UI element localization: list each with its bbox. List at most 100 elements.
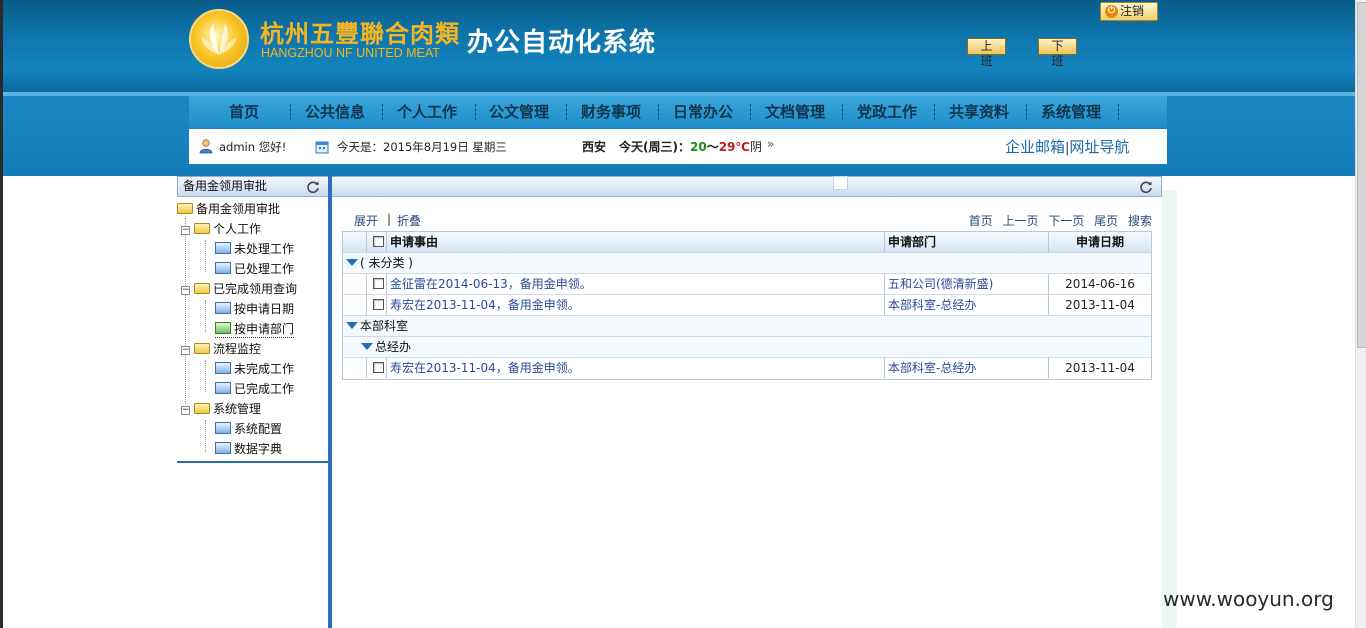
group-label: ( 未分类 ) bbox=[346, 253, 413, 273]
main-panel: 展开 | 折叠 首页 上一页 下一页 尾页 搜索 申请事由 申请部门 申请日期 … bbox=[332, 176, 1162, 628]
group-row-general-office[interactable]: 总经办 bbox=[343, 337, 1151, 358]
tree-node-system-mgmt[interactable]: − 系统管理 bbox=[181, 400, 261, 418]
row-checkbox-cell bbox=[367, 274, 387, 294]
table-row[interactable]: 金征雷在2014-06-13，备用金申领。 五和公司(德清新盛) 2014-06… bbox=[343, 274, 1151, 295]
url-nav-link[interactable]: 网址导航 bbox=[1069, 138, 1129, 156]
expand-triangle-icon[interactable] bbox=[346, 259, 358, 266]
nav-item-daily-office[interactable]: 日常办公 bbox=[673, 96, 733, 128]
tree-node-process-monitor[interactable]: − 流程监控 bbox=[181, 340, 261, 358]
group-label: 总经办 bbox=[361, 337, 411, 357]
tree-line bbox=[205, 360, 206, 392]
col-header-date[interactable]: 申请日期 bbox=[1049, 232, 1151, 252]
group-row-uncategorized[interactable]: ( 未分类 ) bbox=[343, 253, 1151, 274]
refresh-icon[interactable] bbox=[306, 180, 320, 194]
tree-node-personal-work[interactable]: − 个人工作 bbox=[181, 220, 261, 238]
tree-line bbox=[205, 420, 206, 452]
weather-more-link[interactable]: » bbox=[767, 137, 774, 151]
expand-triangle-icon[interactable] bbox=[346, 322, 358, 329]
tree-node-by-dept[interactable]: 按申请部门 bbox=[215, 320, 295, 338]
collapse-icon[interactable]: − bbox=[181, 346, 190, 355]
on-duty-button[interactable]: 上 班 bbox=[967, 38, 1006, 68]
off-duty-button[interactable]: 下 班 bbox=[1038, 38, 1077, 68]
folder-open-icon bbox=[194, 283, 210, 294]
nav-separator bbox=[1026, 104, 1027, 120]
weather-city: 西安 bbox=[582, 140, 607, 154]
main-panel-corner bbox=[833, 176, 848, 190]
search-link[interactable]: 搜索 bbox=[1128, 214, 1152, 228]
nav-separator bbox=[566, 104, 567, 120]
pager-first[interactable]: 首页 bbox=[969, 214, 993, 228]
tree-node-label: 备用金领用审批 bbox=[196, 202, 281, 216]
collapse-icon[interactable]: − bbox=[181, 226, 190, 235]
row-reason[interactable]: 金征雷在2014-06-13，备用金申领。 bbox=[387, 274, 885, 294]
user-greeting: admin 您好! bbox=[219, 140, 287, 154]
toolbar-separator: | bbox=[387, 212, 392, 226]
row-checkbox[interactable] bbox=[373, 299, 384, 310]
refresh-icon[interactable] bbox=[1139, 180, 1153, 194]
tree-node-unprocessed[interactable]: 未处理工作 bbox=[215, 240, 294, 258]
tree-node-completed-query[interactable]: − 已完成领用查询 bbox=[181, 280, 297, 298]
vertical-scrollbar-thumb[interactable] bbox=[1357, 2, 1366, 348]
main-panel-header bbox=[332, 176, 1162, 197]
nav-item-shared-files[interactable]: 共享资料 bbox=[949, 96, 1009, 128]
info-bar: admin 您好! 今天是：2015年8月19日 星期三 西安 今天(周三)：2… bbox=[189, 129, 1167, 164]
select-all-checkbox[interactable] bbox=[373, 236, 384, 247]
tree-node-processed[interactable]: 已处理工作 bbox=[215, 260, 294, 278]
document-icon bbox=[215, 442, 231, 454]
tree-node-label: 已完成工作 bbox=[234, 382, 295, 396]
expand-triangle-icon[interactable] bbox=[361, 343, 373, 350]
col-header-dept[interactable]: 申请部门 bbox=[885, 232, 1049, 252]
tree-node-unfinished[interactable]: 未完成工作 bbox=[215, 360, 294, 378]
quick-links: 企业邮箱|网址导航 bbox=[1005, 136, 1129, 157]
tree-node-by-date[interactable]: 按申请日期 bbox=[215, 300, 294, 318]
header: 杭州五豐聯合肉類 HANGZHOU NF UNITED MEAT 办公自动化系统… bbox=[3, 0, 1355, 92]
nav-item-personal-work[interactable]: 个人工作 bbox=[397, 96, 457, 128]
tree-node-finished[interactable]: 已完成工作 bbox=[215, 380, 294, 398]
tree-node-label: 未处理工作 bbox=[234, 242, 295, 256]
tree-node-data-dictionary[interactable]: 数据字典 bbox=[215, 440, 282, 458]
nav-separator bbox=[290, 104, 291, 120]
temp-low: 20 bbox=[689, 140, 707, 154]
tree-node-label: 按申请日期 bbox=[234, 302, 295, 316]
oa-window: 杭州五豐聯合肉類 HANGZHOU NF UNITED MEAT 办公自动化系统… bbox=[0, 0, 1366, 628]
row-reason[interactable]: 寿宏在2013-11-04，备用金申领。 bbox=[387, 295, 885, 315]
nav-item-home[interactable]: 首页 bbox=[229, 96, 259, 128]
document-icon bbox=[215, 382, 231, 394]
nav-item-finance[interactable]: 财务事项 bbox=[581, 96, 641, 128]
pager-next[interactable]: 下一页 bbox=[1048, 214, 1084, 228]
today-date: 今天是：2015年8月19日 星期三 bbox=[337, 140, 507, 154]
collapse-all-link[interactable]: 折叠 bbox=[397, 212, 421, 229]
collapse-icon[interactable]: − bbox=[181, 406, 190, 415]
logout-button[interactable]: ⏻ 注销 bbox=[1100, 2, 1158, 21]
pager: 首页 上一页 下一页 尾页 搜索 bbox=[963, 212, 1152, 229]
folder-open-icon bbox=[177, 203, 193, 214]
table-row[interactable]: 寿宏在2013-11-04，备用金申领。 本部科室-总经办 2013-11-04 bbox=[343, 295, 1151, 316]
expand-all-link[interactable]: 展开 bbox=[354, 212, 378, 229]
folder-open-icon bbox=[194, 343, 210, 354]
nav-item-party-work[interactable]: 党政工作 bbox=[857, 96, 917, 128]
company-name-cn: 杭州五豐聯合肉類 bbox=[260, 19, 460, 48]
collapse-icon[interactable]: − bbox=[181, 286, 190, 295]
nav-item-system-mgmt[interactable]: 系统管理 bbox=[1041, 96, 1101, 128]
nav-item-public-info[interactable]: 公共信息 bbox=[305, 96, 365, 128]
table-row[interactable]: 寿宏在2013-11-04，备用金申领。 本部科室-总经办 2013-11-04 bbox=[343, 358, 1151, 379]
row-reason[interactable]: 寿宏在2013-11-04，备用金申领。 bbox=[387, 358, 885, 378]
pager-prev[interactable]: 上一页 bbox=[1002, 214, 1038, 228]
weather-info: 今天(周三)：20～29℃阴 bbox=[619, 138, 762, 155]
enterprise-mail-link[interactable]: 企业邮箱 bbox=[1005, 138, 1065, 156]
document-icon bbox=[215, 242, 231, 254]
row-spacer bbox=[343, 358, 367, 378]
nav-item-document-mgmt[interactable]: 公文管理 bbox=[489, 96, 549, 128]
group-row-headquarters[interactable]: 本部科室 bbox=[343, 316, 1151, 337]
col-header-reason[interactable]: 申请事由 bbox=[387, 232, 885, 252]
tree-node-root[interactable]: 备用金领用审批 bbox=[177, 200, 280, 218]
tree-node-label: 已完成领用查询 bbox=[213, 282, 298, 296]
nav-separator bbox=[1118, 104, 1119, 120]
nav-separator bbox=[934, 104, 935, 120]
row-checkbox[interactable] bbox=[373, 362, 384, 373]
pager-last[interactable]: 尾页 bbox=[1094, 214, 1118, 228]
tree-node-system-config[interactable]: 系统配置 bbox=[215, 420, 282, 438]
document-icon bbox=[215, 362, 231, 374]
nav-item-archive-mgmt[interactable]: 文档管理 bbox=[765, 96, 825, 128]
row-checkbox[interactable] bbox=[373, 278, 384, 289]
